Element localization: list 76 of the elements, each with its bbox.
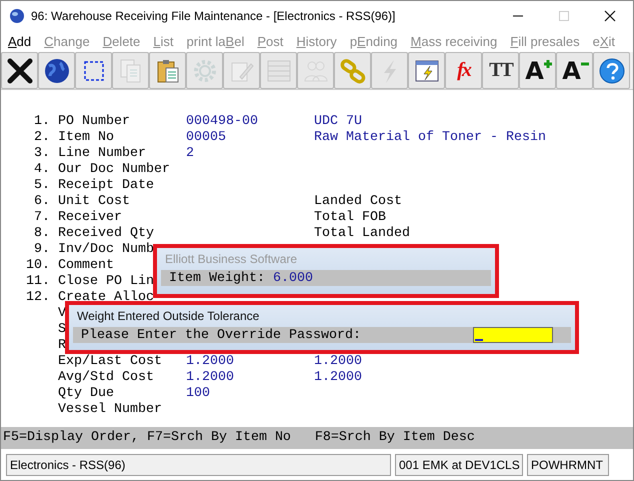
- field-number: 6.: [34, 194, 50, 208]
- close-icon: [604, 10, 616, 22]
- toolbar-text-button[interactable]: TT: [482, 52, 519, 89]
- dialog-title: Elliott Business Software: [164, 251, 298, 268]
- status-panel: Electronics - RSS(96): [6, 454, 391, 476]
- field-number: 1.: [34, 114, 50, 128]
- field-label: Line Number: [58, 146, 146, 160]
- toolbar-link-button[interactable]: [334, 52, 371, 89]
- menu-item[interactable]: Add: [8, 34, 32, 49]
- text-style-icon: fx: [457, 59, 470, 82]
- field-value: 000498-00: [186, 114, 258, 128]
- field-label: Receipt Date: [58, 178, 154, 192]
- field-number: 7.: [34, 210, 50, 224]
- field-label: Comment: [58, 258, 114, 272]
- maximize-icon: [558, 10, 570, 22]
- field-extra: Total Landed: [314, 226, 410, 240]
- field-label: Qty Due: [58, 386, 114, 400]
- field-number: 4.: [34, 162, 50, 176]
- field-label: Exp/Last Cost: [58, 354, 162, 368]
- field-number: 2.: [34, 130, 50, 144]
- toolbar-globe-button[interactable]: [38, 52, 75, 89]
- password-field[interactable]: [473, 327, 553, 343]
- text-style-icon: TT: [489, 59, 512, 82]
- field-label: Receiver: [58, 210, 122, 224]
- toolbar-spreadsheet-button[interactable]: [408, 52, 445, 89]
- status-panel: 001 EMK at DEV1CLS: [395, 454, 523, 476]
- field-value: 1.2000: [186, 354, 234, 368]
- toolbar-select-button[interactable]: [75, 52, 112, 89]
- toolbar-font-down-button[interactable]: A: [556, 52, 593, 89]
- field-label: Our Doc Number: [58, 162, 170, 176]
- dialog-title: Weight Entered Outside Tolerance: [76, 308, 260, 325]
- field-number: 11.: [26, 274, 50, 288]
- toolbar-paste-button[interactable]: [149, 52, 186, 89]
- field-extra: 1.2000: [314, 354, 362, 368]
- field-value: 100: [186, 386, 210, 400]
- field-extra: Landed Cost: [314, 194, 402, 208]
- field-label: Item Weight:: [169, 270, 265, 286]
- field-extra: 1.2000: [314, 370, 362, 384]
- field-label: S: [58, 322, 66, 336]
- field-number: 12.: [26, 290, 50, 304]
- field-value: 6.000: [272, 270, 313, 286]
- toolbar-cancel-button[interactable]: [1, 52, 38, 89]
- status-panel: POWHRMNT: [527, 454, 609, 476]
- field-label: PO Number: [58, 114, 130, 128]
- window-title: 96: Warehouse Receiving File Maintenance - [Electronics - RSS(96)]: [31, 9, 396, 23]
- field-extra: Total FOB: [314, 210, 386, 224]
- toolbar-help-button[interactable]: [593, 52, 630, 89]
- field-value: 1.2000: [186, 370, 234, 384]
- field-number: 8.: [34, 226, 50, 240]
- field-value: 00005: [186, 130, 226, 144]
- field-label: Item No: [58, 130, 114, 144]
- chain-link-icon: [338, 56, 366, 84]
- field-label: Close PO Lin: [58, 274, 154, 288]
- globe-icon: [42, 56, 70, 84]
- field-extra: UDC 7U: [314, 114, 362, 128]
- cancel-icon: [6, 56, 34, 84]
- field-number: 9.: [34, 242, 50, 256]
- password-prompt: Please Enter the Override Password:: [81, 328, 361, 342]
- globe-icon: [9, 8, 25, 24]
- field-label: Vessel Number: [58, 402, 162, 416]
- field-label: Avg/Std Cost: [58, 370, 154, 384]
- field-label: R: [58, 338, 66, 352]
- field-label: Unit Cost: [58, 194, 130, 208]
- field-number: 10.: [26, 258, 50, 272]
- function-key-hints: F5=Display Order, F7=Srch By Item No F8=Srch By Item Desc: [3, 430, 475, 445]
- field-label: Inv/Doc Numb: [58, 242, 154, 256]
- help-icon: [598, 56, 626, 84]
- field-number: 5.: [34, 178, 50, 192]
- toolbar-text-button[interactable]: fx: [445, 52, 482, 89]
- field-label: V: [58, 306, 66, 320]
- field-number: 3.: [34, 146, 50, 160]
- field-label: Create Alloc: [58, 290, 154, 304]
- toolbar-font-up-button[interactable]: A: [519, 52, 556, 89]
- field-extra: Raw Material of Toner - Resin: [314, 130, 546, 144]
- field-label: Received Qty: [58, 226, 154, 240]
- field-value: 2: [186, 146, 194, 160]
